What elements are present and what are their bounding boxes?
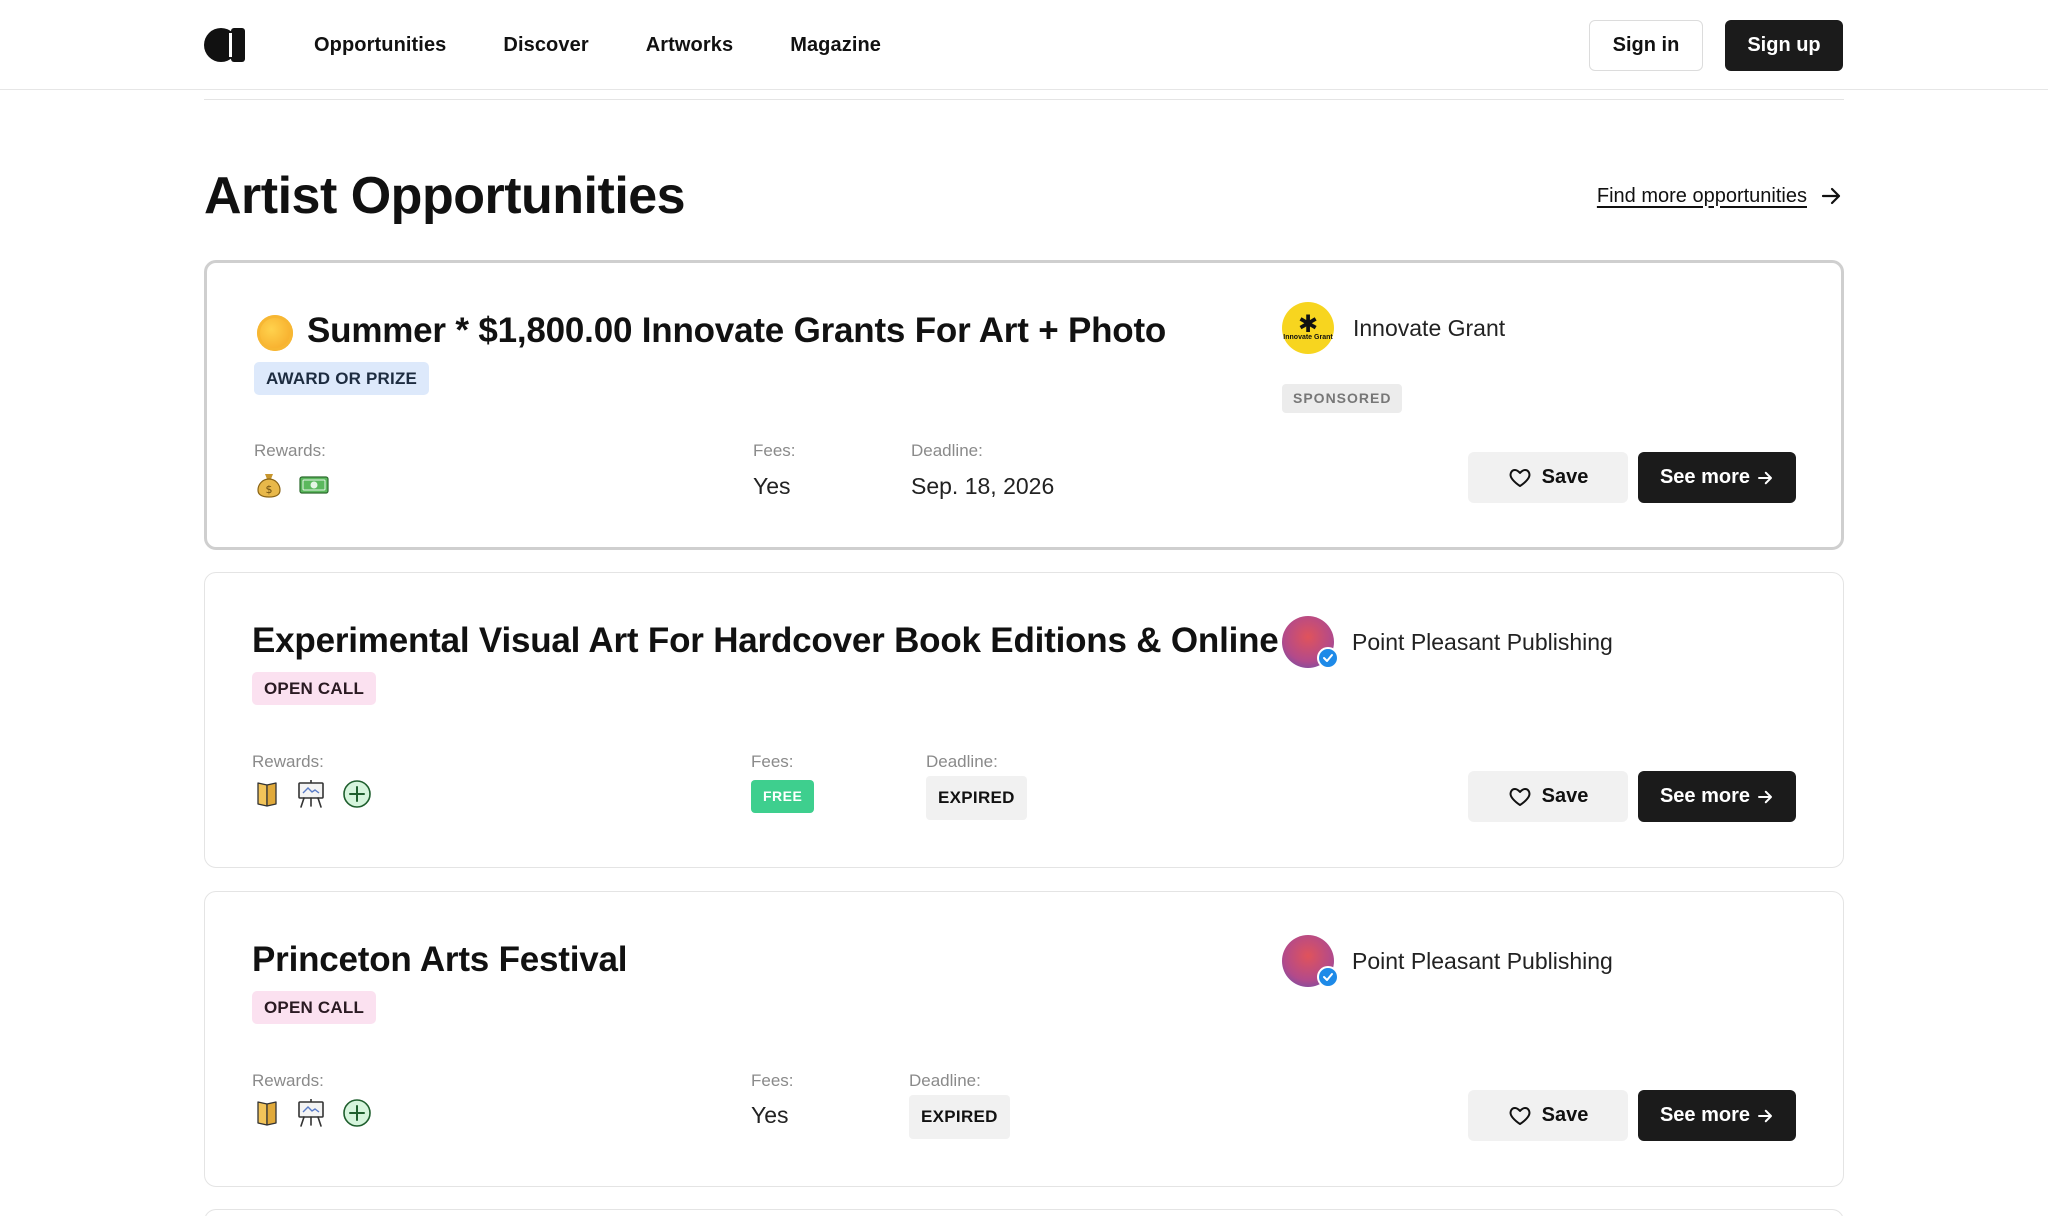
deadline-expired-badge: EXPIRED — [926, 776, 1027, 820]
organization-logo[interactable]: ✱ Innovate Grant — [1282, 302, 1334, 354]
arrow-right-icon — [1758, 1109, 1773, 1122]
opportunity-card: Experimental Visual Art For Hardcover Bo… — [204, 572, 1844, 868]
save-label: Save — [1541, 1104, 1589, 1126]
heart-icon — [1509, 1106, 1531, 1125]
fees-label: Fees: — [751, 752, 794, 771]
deadline-label: Deadline: — [909, 1071, 981, 1090]
deadline-label: Deadline: — [926, 752, 998, 771]
see-more-label: See more — [1659, 466, 1751, 488]
fees-label: Fees: — [751, 1071, 794, 1090]
deadline-expired-badge: EXPIRED — [909, 1095, 1010, 1139]
easel-icon — [296, 1098, 326, 1128]
category-tag: OPEN CALL — [252, 672, 377, 705]
asterisk-icon: ✱ — [1297, 310, 1319, 338]
plus-circle-icon — [342, 779, 372, 809]
see-more-button[interactable]: See more — [1638, 771, 1796, 822]
fees-label: Fees: — [753, 441, 796, 460]
plus-circle-icon — [342, 1098, 372, 1128]
save-label: Save — [1541, 466, 1589, 488]
sign-in-button[interactable]: Sign in — [1589, 20, 1703, 71]
category-tag: OPEN CALL — [252, 991, 377, 1024]
find-more-label: Find more opportunities — [1596, 184, 1807, 207]
svg-text:$: $ — [266, 483, 273, 496]
nav-opportunities[interactable]: Opportunities — [314, 34, 446, 57]
artwork-archive-logo[interactable] — [204, 27, 246, 63]
arrow-right-icon — [1758, 471, 1773, 484]
arrow-right-icon — [1821, 187, 1841, 205]
see-more-label: See more — [1659, 785, 1751, 807]
cash-icon — [299, 470, 329, 500]
deadline-label: Deadline: — [911, 441, 983, 460]
opportunity-title[interactable]: Princeton Arts Festival — [252, 940, 628, 980]
organization-name[interactable]: Innovate Grant — [1353, 315, 1505, 342]
top-navigation-bar: Opportunities Discover Artworks Magazine… — [0, 0, 2048, 90]
divider — [204, 99, 1844, 100]
opportunity-card: Summer * $1,800.00 Innovate Grants For A… — [204, 260, 1844, 550]
save-button[interactable]: Save — [1468, 1090, 1628, 1141]
opportunity-card — [204, 1209, 1844, 1216]
money-bag-icon: $ — [254, 470, 284, 500]
nav-magazine[interactable]: Magazine — [790, 34, 881, 57]
nav-artworks[interactable]: Artworks — [646, 34, 734, 57]
fees-value: Yes — [753, 473, 791, 499]
book-icon — [252, 779, 282, 809]
book-icon — [252, 1098, 282, 1128]
save-button[interactable]: Save — [1468, 452, 1628, 503]
organization-name[interactable]: Point Pleasant Publishing — [1352, 948, 1613, 975]
verified-icon — [1317, 647, 1339, 669]
see-more-button[interactable]: See more — [1638, 452, 1796, 503]
arrow-right-icon — [1758, 790, 1773, 803]
rewards-label: Rewards: — [254, 441, 326, 460]
find-more-opportunities-link[interactable]: Find more opportunities — [1597, 184, 1843, 208]
opportunity-title[interactable]: Experimental Visual Art For Hardcover Bo… — [252, 621, 1279, 661]
deadline-value: Sep. 18, 2026 — [911, 473, 1055, 499]
sponsored-badge: SPONSORED — [1282, 384, 1403, 413]
category-tag: AWARD OR PRIZE — [254, 362, 430, 395]
rewards-label: Rewards: — [252, 1071, 324, 1090]
see-more-label: See more — [1659, 1104, 1751, 1126]
fees-free-badge: FREE — [751, 780, 815, 813]
sign-up-button[interactable]: Sign up — [1725, 20, 1843, 71]
fees-value: Yes — [751, 1102, 789, 1128]
rewards-label: Rewards: — [252, 752, 324, 771]
org-logo-text: Innovate Grant — [1283, 333, 1333, 341]
main-nav: Opportunities Discover Artworks Magazine — [314, 0, 881, 90]
opportunity-card: Princeton Arts Festival OPEN CALL Point … — [204, 891, 1844, 1187]
organization-name[interactable]: Point Pleasant Publishing — [1352, 629, 1613, 656]
save-label: Save — [1541, 785, 1589, 807]
heart-icon — [1509, 468, 1531, 487]
save-button[interactable]: Save — [1468, 771, 1628, 822]
opportunity-title[interactable]: Summer * $1,800.00 Innovate Grants For A… — [307, 311, 1166, 351]
heart-icon — [1509, 787, 1531, 806]
page-title: Artist Opportunities — [204, 167, 686, 225]
easel-icon — [296, 779, 326, 809]
sun-icon — [257, 315, 293, 351]
see-more-button[interactable]: See more — [1638, 1090, 1796, 1141]
verified-icon — [1317, 966, 1339, 988]
nav-discover[interactable]: Discover — [503, 34, 588, 57]
